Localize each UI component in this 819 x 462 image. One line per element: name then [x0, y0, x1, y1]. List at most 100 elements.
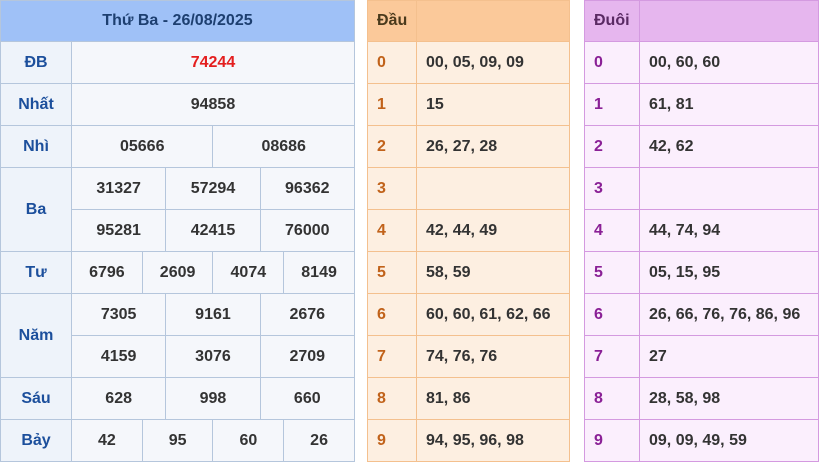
prize-number: 26 — [283, 419, 355, 462]
duoi-row: 1 61, 81 — [584, 83, 819, 126]
duoi-values: 44, 74, 94 — [639, 209, 819, 252]
results-date-header: Thứ Ba - 26/08/2025 — [0, 0, 355, 42]
dau-digit: 4 — [367, 209, 417, 252]
dau-values: 58, 59 — [416, 251, 570, 294]
duoi-values: 27 — [639, 335, 819, 378]
duoi-digit: 2 — [584, 125, 640, 168]
prize-label: Nhất — [0, 83, 72, 126]
dau-digit: 8 — [367, 377, 417, 420]
duoi-body: 0 00, 60, 60 1 61, 81 2 42, 62 3 4 44, 74, 94 5 05… — [584, 41, 819, 462]
duoi-row: 2 42, 62 — [584, 125, 819, 168]
dau-digit: 2 — [367, 125, 417, 168]
prize-row-ba: Ba 31327 57294 96362 — [0, 167, 355, 252]
duoi-values: 26, 66, 76, 76, 86, 96 — [639, 293, 819, 336]
prize-row-sau: Sáu 628 998 660 — [0, 377, 355, 420]
dau-table: Đầu 0 00, 05, 09, 09 1 15 2 26, 27, 28 3 4 42, 4… — [367, 0, 570, 462]
prize-number: 3076 — [165, 335, 261, 378]
dau-row: 6 60, 60, 61, 62, 66 — [367, 293, 570, 336]
dau-values: 15 — [416, 83, 570, 126]
prize-label: Sáu — [0, 377, 72, 420]
dau-values: 74, 76, 76 — [416, 335, 570, 378]
prize-number: 4074 — [212, 251, 285, 294]
prize-number: 31327 — [70, 167, 167, 210]
dau-header: Đầu — [367, 0, 417, 42]
dau-row: 8 81, 86 — [367, 377, 570, 420]
dau-row: 2 26, 27, 28 — [367, 125, 570, 168]
results-table: Thứ Ba - 26/08/2025 ĐB 74244 Nhất 94858 … — [0, 0, 355, 462]
duoi-digit: 8 — [584, 377, 640, 420]
duoi-digit: 6 — [584, 293, 640, 336]
prize-number: 42 — [71, 419, 143, 462]
duoi-digit: 7 — [584, 335, 640, 378]
prize-number: 8149 — [283, 251, 355, 294]
dau-digit: 3 — [367, 167, 417, 210]
prize-number: 57294 — [165, 167, 261, 210]
duoi-values — [639, 167, 819, 210]
duoi-row: 0 00, 60, 60 — [584, 41, 819, 84]
dau-row: 1 15 — [367, 83, 570, 126]
duoi-digit: 4 — [584, 209, 640, 252]
duoi-digit: 0 — [584, 41, 640, 84]
dau-values: 81, 86 — [416, 377, 570, 420]
duoi-table: Đuôi 0 00, 60, 60 1 61, 81 2 42, 62 3 4 44, 74, … — [584, 0, 819, 462]
dau-values: 60, 60, 61, 62, 66 — [416, 293, 570, 336]
dau-digit: 0 — [367, 41, 417, 84]
prize-number: 08686 — [212, 125, 355, 168]
prize-row-db: ĐB 74244 — [0, 41, 355, 84]
duoi-values: 42, 62 — [639, 125, 819, 168]
dau-row: 0 00, 05, 09, 09 — [367, 41, 570, 84]
dau-body: 0 00, 05, 09, 09 1 15 2 26, 27, 28 3 4 42, 44, 4… — [367, 41, 570, 462]
prize-row-tu: Tư 6796 2609 4074 8149 — [0, 251, 355, 294]
duoi-row: 6 26, 66, 76, 76, 86, 96 — [584, 293, 819, 336]
prize-number: 42415 — [165, 209, 261, 252]
prize-number: 628 — [70, 377, 167, 420]
prize-number: 660 — [259, 377, 355, 420]
dau-header-spacer — [416, 0, 570, 42]
prize-label: Bảy — [0, 419, 72, 462]
prize-label: Năm — [0, 293, 72, 378]
results-panel: Thứ Ba - 26/08/2025 ĐB 74244 Nhất 94858 … — [0, 0, 355, 462]
duoi-values: 09, 09, 49, 59 — [639, 419, 819, 462]
dau-row: 3 — [367, 167, 570, 210]
dau-digit: 7 — [367, 335, 417, 378]
prize-number: 998 — [165, 377, 261, 420]
duoi-header: Đuôi — [584, 0, 640, 42]
prize-label: ĐB — [0, 41, 72, 84]
prize-number: 2676 — [259, 293, 355, 336]
duoi-row: 9 09, 09, 49, 59 — [584, 419, 819, 462]
prize-label: Tư — [0, 251, 72, 294]
dau-values — [416, 167, 570, 210]
dau-row: 9 94, 95, 96, 98 — [367, 419, 570, 462]
duoi-values: 61, 81 — [639, 83, 819, 126]
prize-number: 4159 — [70, 335, 167, 378]
dau-row: 5 58, 59 — [367, 251, 570, 294]
prize-number: 74244 — [71, 41, 355, 84]
prize-number: 95 — [141, 419, 214, 462]
dau-values: 42, 44, 49 — [416, 209, 570, 252]
prize-number: 94858 — [71, 83, 355, 126]
duoi-digit: 5 — [584, 251, 640, 294]
duoi-values: 00, 60, 60 — [639, 41, 819, 84]
prize-number: 76000 — [259, 209, 355, 252]
dau-digit: 6 — [367, 293, 417, 336]
prize-number: 60 — [212, 419, 285, 462]
prize-number: 2709 — [259, 335, 355, 378]
dau-digit: 9 — [367, 419, 417, 462]
duoi-values: 05, 15, 95 — [639, 251, 819, 294]
prize-row-bay: Bảy 42 95 60 26 — [0, 419, 355, 462]
prize-label: Nhì — [0, 125, 72, 168]
prize-number: 9161 — [165, 293, 261, 336]
prize-label: Ba — [0, 167, 72, 252]
prize-number: 2609 — [141, 251, 214, 294]
dau-digit: 1 — [367, 83, 417, 126]
prize-row-nam: Năm 7305 9161 2676 — [0, 293, 355, 378]
dau-row: 4 42, 44, 49 — [367, 209, 570, 252]
duoi-panel: Đuôi 0 00, 60, 60 1 61, 81 2 42, 62 3 4 44, 74, … — [584, 0, 819, 462]
duoi-row: 7 27 — [584, 335, 819, 378]
dau-values: 94, 95, 96, 98 — [416, 419, 570, 462]
duoi-row: 4 44, 74, 94 — [584, 209, 819, 252]
prize-number: 6796 — [71, 251, 143, 294]
dau-values: 00, 05, 09, 09 — [416, 41, 570, 84]
prize-row-nhat: Nhất 94858 — [0, 83, 355, 126]
duoi-digit: 3 — [584, 167, 640, 210]
